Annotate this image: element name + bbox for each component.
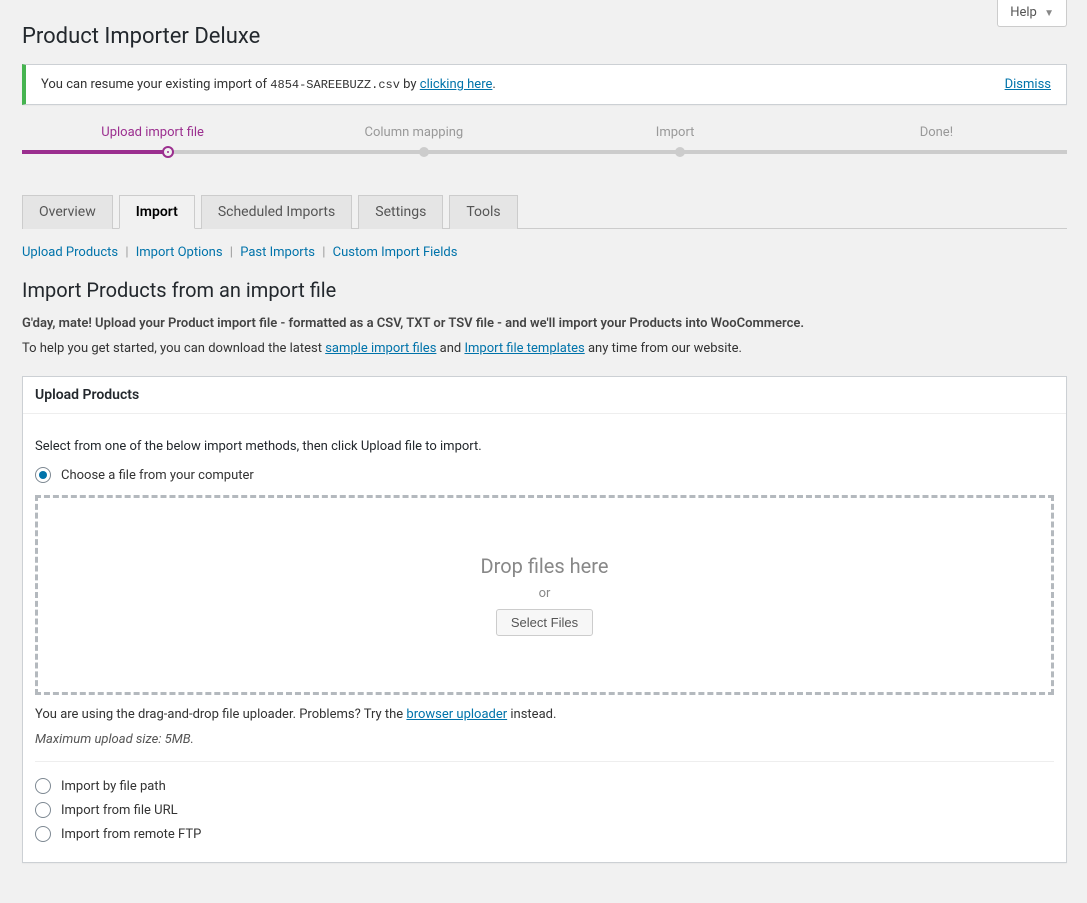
notice-suffix: . [492,77,495,92]
step-dot-1 [164,148,172,156]
radio-remote-ftp[interactable] [35,826,51,842]
radio-file-url[interactable] [35,802,51,818]
sublink-custom-fields[interactable]: Custom Import Fields [333,245,458,260]
notice-by: by [400,77,420,92]
dismiss-link[interactable]: Dismiss [1005,77,1051,92]
step-upload: Upload import file [22,125,283,150]
page-title: Product Importer Deluxe [22,0,1067,59]
max-upload-size: Maximum upload size: 5MB. [35,732,1054,747]
intro-bold: G'day, mate! Upload your Product import … [22,316,1067,331]
step-dot-2 [419,147,429,157]
tab-tools[interactable]: Tools [449,195,517,229]
divider [35,761,1054,762]
radio-choose-file-label: Choose a file from your computer [61,468,254,483]
tab-settings[interactable]: Settings [358,195,443,229]
step-done: Done! [806,125,1067,150]
tab-overview[interactable]: Overview [22,195,113,229]
radio-file-path-label: Import by file path [61,779,166,794]
select-files-button[interactable]: Select Files [496,609,593,636]
import-stepper: Upload import file Column mapping Import… [22,125,1067,154]
sublink-import-options[interactable]: Import Options [136,245,223,260]
uploader-note: You are using the drag-and-drop file upl… [35,707,1054,722]
dropzone-title: Drop files here [481,554,609,578]
file-dropzone[interactable]: Drop files here or Select Files [35,495,1054,695]
radio-choose-file[interactable] [35,467,51,483]
radio-row-file-path[interactable]: Import by file path [35,778,1054,794]
radio-remote-ftp-label: Import from remote FTP [61,827,201,842]
sublinks: Upload Products | Import Options | Past … [22,245,1067,260]
step-dot-3 [675,147,685,157]
section-heading: Import Products from an import file [22,278,1067,302]
step-import: Import [545,125,806,150]
help-button-label: Help [1010,5,1037,20]
notice-prefix: You can resume your existing import of [41,77,270,92]
browser-uploader-link[interactable]: browser uploader [406,707,507,722]
sublink-upload-products[interactable]: Upload Products [22,245,118,260]
sublink-past-imports[interactable]: Past Imports [240,245,315,260]
radio-row-choose-file[interactable]: Choose a file from your computer [35,467,1054,483]
nav-tabs: Overview Import Scheduled Imports Settin… [22,194,1067,229]
notice-filename: 4854-SAREEBUZZ.csv [270,78,400,92]
dropzone-or: or [539,586,551,601]
upload-products-box: Upload Products Select from one of the b… [22,376,1067,863]
import-file-templates-link[interactable]: Import file templates [464,341,584,356]
step-mapping: Column mapping [283,125,544,150]
upload-products-heading: Upload Products [23,377,1066,414]
help-button[interactable]: Help ▼ [997,0,1067,27]
tab-scheduled[interactable]: Scheduled Imports [201,195,352,229]
select-from-text: Select from one of the below import meth… [35,439,1054,454]
tab-import[interactable]: Import [119,195,195,229]
sample-import-files-link[interactable]: sample import files [325,341,436,356]
radio-file-url-label: Import from file URL [61,803,178,818]
radio-row-remote-ftp[interactable]: Import from remote FTP [35,826,1054,842]
help-text: To help you get started, you can downloa… [22,341,1067,356]
resume-link[interactable]: clicking here [420,77,493,92]
radio-file-path[interactable] [35,778,51,794]
radio-row-file-url[interactable]: Import from file URL [35,802,1054,818]
resume-notice: You can resume your existing import of 4… [22,64,1067,105]
chevron-down-icon: ▼ [1044,8,1054,19]
